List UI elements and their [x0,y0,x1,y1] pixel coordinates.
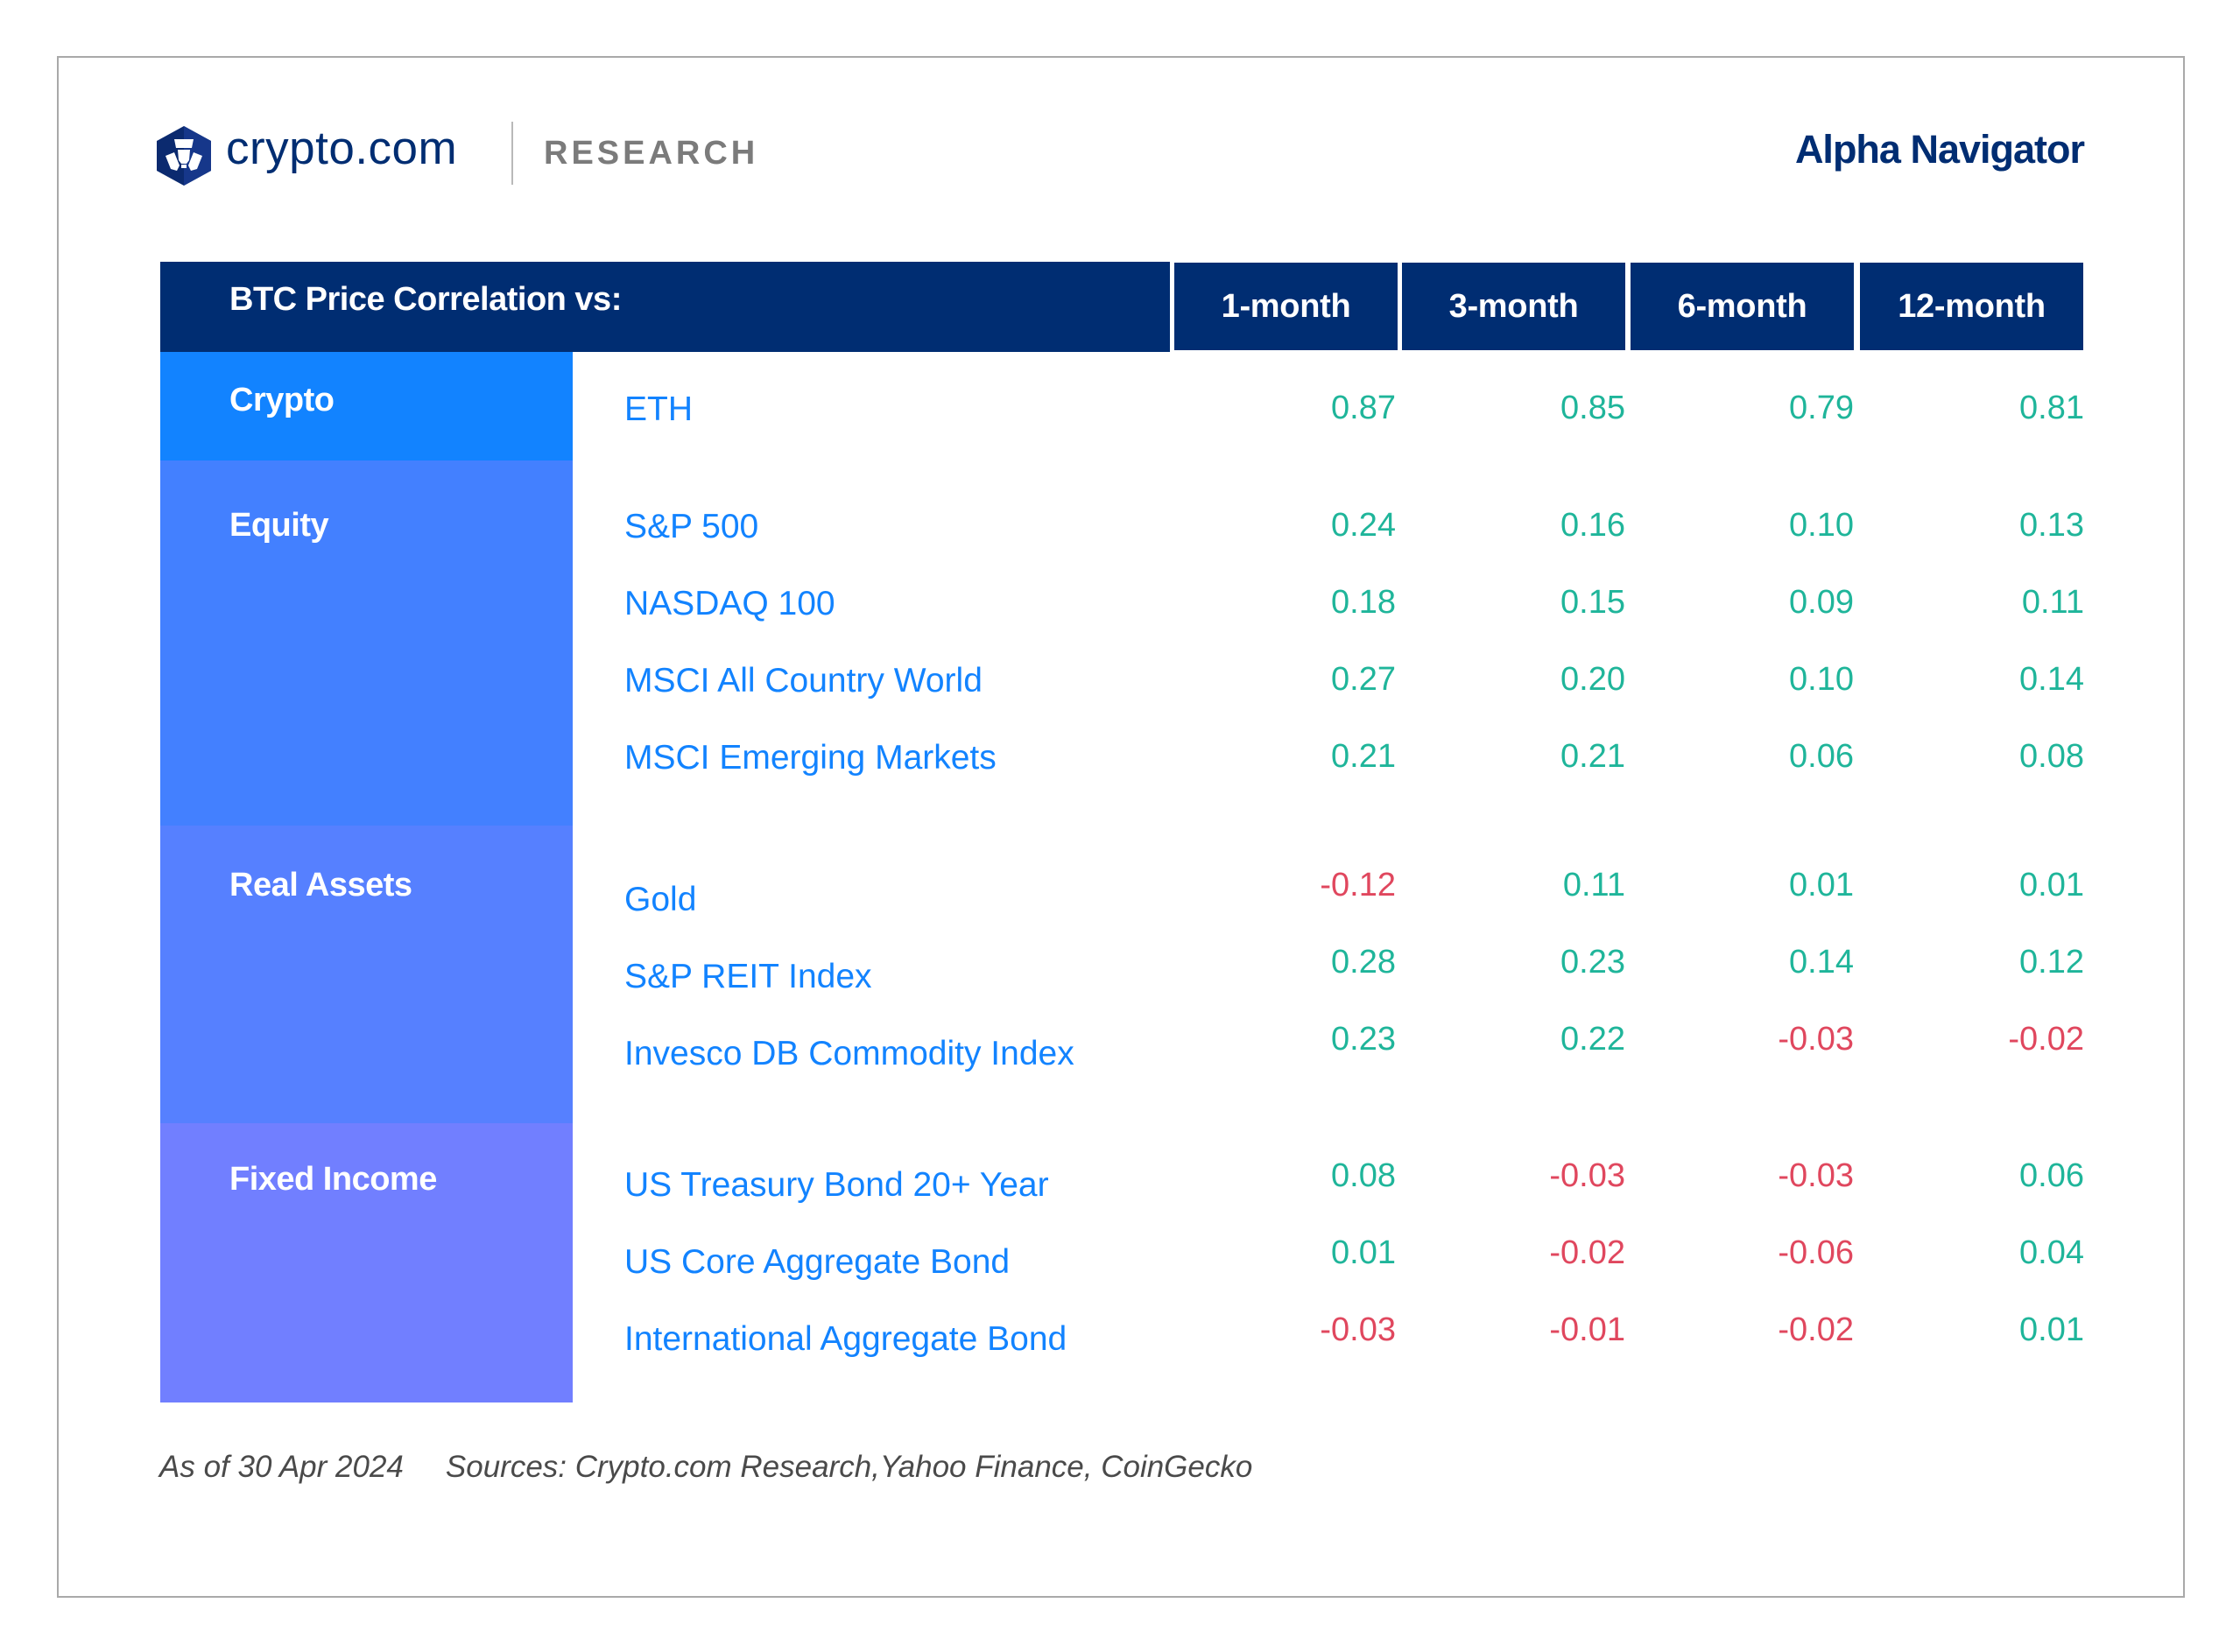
header-divider [511,122,513,185]
asset-name: ETH [624,390,693,428]
correlation-value-6-month: -0.03 [1778,1021,1854,1058]
correlation-value-3-month: 0.22 [1560,1021,1625,1058]
asset-name: Gold [624,881,697,918]
correlation-value-1-month: 0.01 [1331,1234,1396,1271]
correlation-value-1-month: 0.28 [1331,944,1396,981]
correlation-value-3-month: 0.16 [1560,507,1625,544]
correlation-value-1-month: -0.12 [1320,867,1396,903]
correlation-value-12-month: 0.13 [2019,507,2084,544]
column-header-12-month: 12-month [1860,263,2083,350]
correlation-value-6-month: 0.10 [1789,507,1854,544]
category-label: Fixed Income [229,1161,437,1198]
report-title: Alpha Navigator [1794,127,2085,172]
category-label: Equity [229,507,329,544]
correlation-value-3-month: 0.85 [1560,390,1625,426]
correlation-value-3-month: 0.21 [1560,738,1625,775]
correlation-value-6-month: 0.09 [1789,584,1854,621]
asset-name: US Core Aggregate Bond [624,1243,1011,1281]
correlation-value-1-month: 0.21 [1331,738,1396,775]
correlation-value-12-month: 0.14 [2019,661,2084,698]
asset-name: NASDAQ 100 [624,585,835,622]
correlation-value-12-month: 0.04 [2019,1234,2084,1271]
correlation-value-1-month: 0.18 [1331,584,1396,621]
correlation-value-12-month: 0.11 [2021,584,2084,621]
table-title-cell: BTC Price Correlation vs: [160,262,1170,352]
category-block-crypto: Crypto [160,352,573,460]
asset-name: MSCI All Country World [624,662,983,699]
correlation-value-12-month: 0.06 [2019,1157,2084,1194]
asset-name: Invesco DB Commodity Index [624,1035,1074,1072]
correlation-value-1-month: -0.03 [1320,1311,1396,1348]
correlation-value-6-month: -0.06 [1778,1234,1854,1271]
column-header-3-month: 3-month [1402,263,1625,350]
correlation-value-12-month: 0.81 [2019,390,2084,426]
asset-name: S&P REIT Index [624,958,872,995]
section-label: RESEARCH [544,135,759,172]
correlation-value-3-month: 0.23 [1560,944,1625,981]
correlation-value-3-month: -0.03 [1549,1157,1625,1194]
sources-note: Sources: Crypto.com Research,Yahoo Finan… [445,1450,1253,1484]
correlation-value-6-month: -0.02 [1778,1311,1854,1348]
correlation-value-1-month: 0.87 [1331,390,1396,426]
correlation-value-1-month: 0.23 [1331,1021,1396,1058]
correlation-value-12-month: 0.01 [2019,867,2084,903]
correlation-value-6-month: 0.10 [1789,661,1854,698]
asset-name: MSCI Emerging Markets [624,739,997,777]
correlation-value-6-month: 0.14 [1789,944,1854,981]
correlation-value-6-month: 0.06 [1789,738,1854,775]
correlation-value-12-month: 0.08 [2019,738,2084,775]
brand-name: crypto.com [226,123,458,174]
correlation-value-6-month: 0.01 [1789,867,1854,903]
category-block-real-assets: Real Assets [160,826,573,1123]
correlation-value-12-month: -0.02 [2008,1021,2084,1058]
correlation-value-6-month: -0.03 [1778,1157,1854,1194]
category-label: Crypto [229,382,335,418]
correlation-value-6-month: 0.79 [1789,390,1854,426]
correlation-value-1-month: 0.08 [1331,1157,1396,1194]
correlation-value-12-month: 0.01 [2019,1311,2084,1348]
correlation-value-3-month: -0.01 [1549,1311,1625,1348]
category-label: Real Assets [229,867,412,903]
correlation-value-3-month: 0.11 [1562,867,1625,903]
asset-name: International Aggregate Bond [624,1320,1067,1358]
correlation-value-3-month: 0.20 [1560,661,1625,698]
column-header-6-month: 6-month [1631,263,1854,350]
column-header-1-month: 1-month [1174,263,1398,350]
asset-name: S&P 500 [624,508,759,545]
as-of-date: As of 30 Apr 2024 [159,1450,404,1484]
category-block-equity: Equity [160,460,573,826]
footer-note: As of 30 Apr 2024 Sources: Crypto.com Res… [159,1448,1252,1487]
table-title: BTC Price Correlation vs: [229,281,622,318]
correlation-value-3-month: 0.15 [1560,584,1625,621]
correlation-value-1-month: 0.24 [1331,507,1396,544]
correlation-value-1-month: 0.27 [1331,661,1396,698]
correlation-value-3-month: -0.02 [1549,1234,1625,1271]
crypto-com-logo-icon [157,126,211,186]
correlation-value-12-month: 0.12 [2019,944,2084,981]
asset-name: US Treasury Bond 20+ Year [624,1166,1049,1204]
category-block-fixed-income: Fixed Income [160,1123,573,1402]
